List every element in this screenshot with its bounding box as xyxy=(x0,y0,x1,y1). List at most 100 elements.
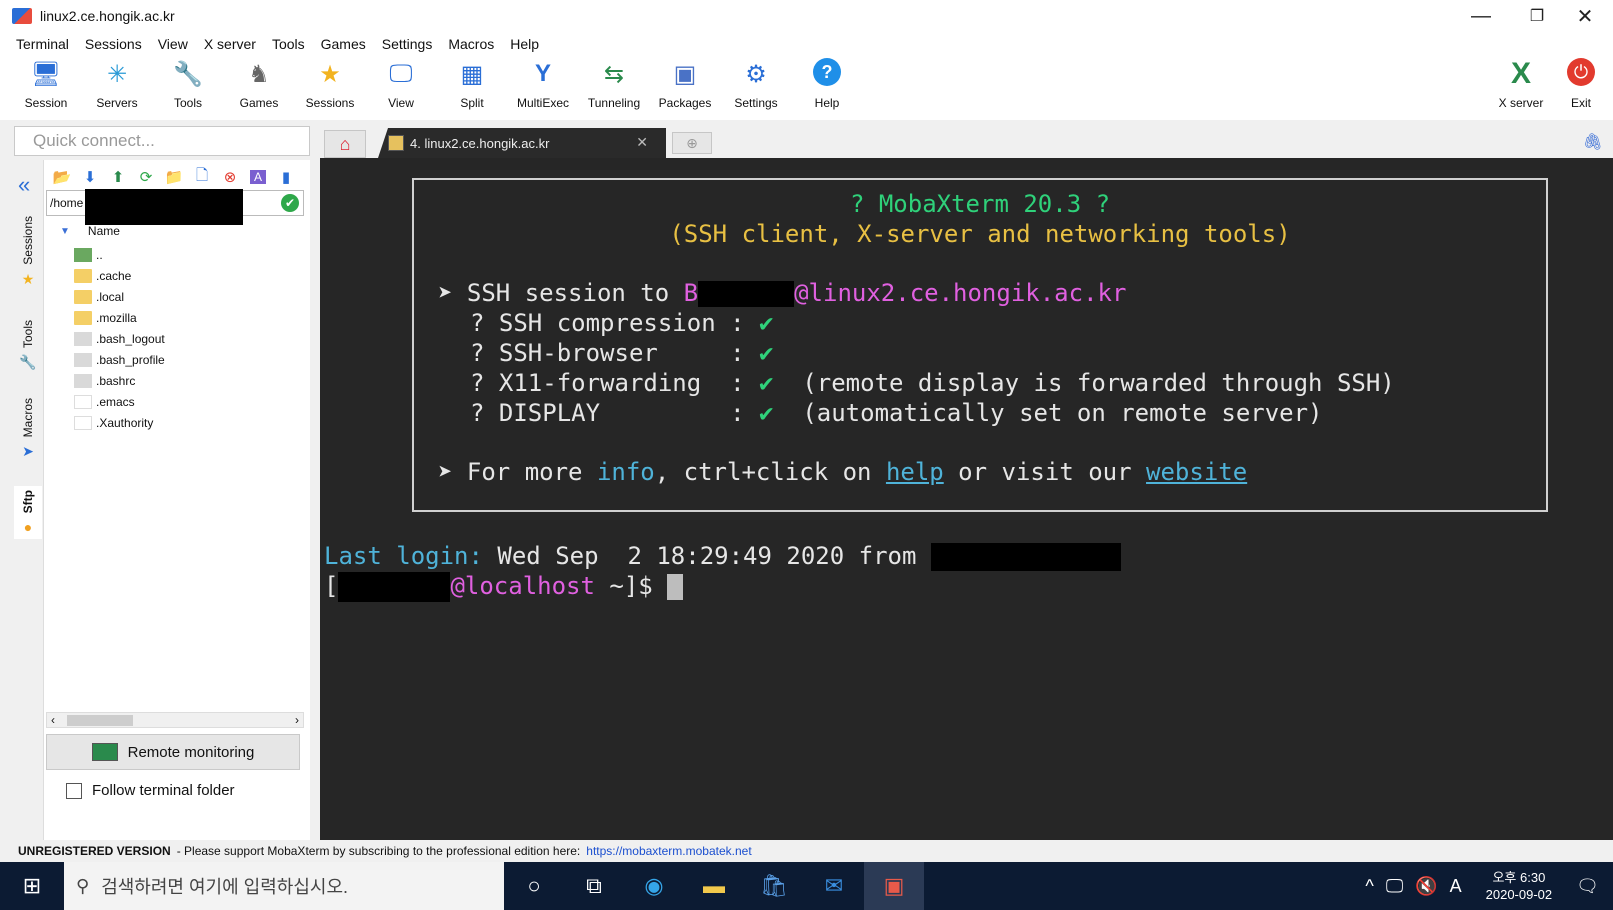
tab-terminal-session[interactable]: 4. linux2.ce.hongik.ac.kr ✕ xyxy=(378,128,666,158)
scroll-thumb[interactable] xyxy=(67,715,133,726)
cortana-icon[interactable]: ○ xyxy=(504,862,564,910)
menu-macros[interactable]: Macros xyxy=(448,36,494,52)
servers-button[interactable]: ✳ Servers xyxy=(82,58,152,118)
new-tab-button[interactable]: ⊕ xyxy=(672,132,712,154)
taskbar-search-input[interactable]: ⚲ 검색하려면 여기에 입력하십시오. xyxy=(64,862,504,910)
download-icon[interactable]: ⬇ xyxy=(76,168,104,186)
window-title: linux2.ce.hongik.ac.kr xyxy=(40,8,175,24)
quick-connect-input[interactable]: Quick connect... xyxy=(14,126,310,156)
menu-games[interactable]: Games xyxy=(321,36,366,52)
notification-icon[interactable]: 🗨 xyxy=(1576,876,1599,897)
list-item[interactable]: .emacs xyxy=(74,391,304,412)
subscription-link[interactable]: https://mobaxterm.mobatek.net xyxy=(586,844,751,858)
side-tab-macros[interactable]: Macros ➤ xyxy=(14,398,42,460)
windows-taskbar: ⊞ ⚲ 검색하려면 여기에 입력하십시오. ○ ⧉ ◉ ▬ 🛍 ✉ ▣ ^ 🖵 … xyxy=(0,862,1613,910)
upload-icon[interactable]: ⬆ xyxy=(104,168,132,186)
file-name: .. xyxy=(96,247,103,262)
minimize-button[interactable]: — xyxy=(1453,0,1509,32)
new-file-icon[interactable]: 🗋 xyxy=(188,165,216,190)
x-server-button[interactable]: X X server xyxy=(1486,57,1556,118)
column-name[interactable]: Name xyxy=(88,224,120,238)
tools-icon: 🔧 xyxy=(173,60,203,88)
split-button[interactable]: ▦ Split xyxy=(437,58,507,118)
list-item[interactable]: .. xyxy=(74,244,304,265)
edge-icon[interactable]: ◉ xyxy=(624,862,684,910)
list-item[interactable]: .Xauthority xyxy=(74,412,304,433)
menu-x-server[interactable]: X server xyxy=(204,36,256,52)
home-icon: ⌂ xyxy=(339,133,351,154)
settings-button[interactable]: ⚙ Settings xyxy=(721,58,791,118)
side-tab-tools[interactable]: Tools 🔧 xyxy=(14,320,42,371)
menu-settings[interactable]: Settings xyxy=(382,36,433,52)
list-item[interactable]: .cache xyxy=(74,265,304,286)
multiexec-button[interactable]: Y MultiExec xyxy=(508,58,578,118)
mail-icon[interactable]: ✉ xyxy=(804,862,864,910)
side-tab-macros-label: Macros xyxy=(21,398,35,438)
more-or: or visit our xyxy=(943,458,1147,486)
session-button[interactable]: 🖥 Session xyxy=(11,58,81,118)
mobaxterm-icon[interactable]: ▣ xyxy=(864,862,924,910)
path-ok-icon[interactable]: ✔ xyxy=(281,194,299,212)
file-icon xyxy=(74,331,92,346)
menu-sessions[interactable]: Sessions xyxy=(85,36,142,52)
delete-icon[interactable]: ⊗ xyxy=(216,168,244,186)
sessions-button[interactable]: ★ Sessions xyxy=(295,58,365,118)
scroll-left-icon[interactable]: ‹ xyxy=(51,713,55,727)
show-hidden-icons[interactable]: ^ xyxy=(1365,876,1373,897)
task-view-icon[interactable]: ⧉ xyxy=(564,862,624,910)
shell-prompt[interactable]: [@localhost ~]$ xyxy=(324,572,684,602)
path-field[interactable]: /home ✔ xyxy=(46,189,304,225)
menu-tools[interactable]: Tools xyxy=(272,36,305,52)
menu-terminal[interactable]: Terminal xyxy=(16,36,69,52)
tunneling-button[interactable]: ⇆ Tunneling xyxy=(579,58,649,118)
session-label: Session xyxy=(24,96,68,110)
view-button[interactable]: 🖵 View xyxy=(366,58,436,118)
check-icon: ✔ xyxy=(758,339,774,367)
paperclip-icon[interactable]: 🖇 xyxy=(1583,132,1603,152)
exit-button[interactable]: ⏻ Exit xyxy=(1556,58,1606,118)
list-item[interactable]: .bash_logout xyxy=(74,328,304,349)
refresh-icon[interactable]: ⟳ xyxy=(132,168,160,186)
list-item[interactable]: .bashrc xyxy=(74,370,304,391)
collapse-sidebar-icon[interactable]: « xyxy=(18,172,30,198)
file-explorer-icon[interactable]: ▬ xyxy=(684,862,744,910)
checkbox[interactable] xyxy=(66,782,82,799)
tools-button[interactable]: 🔧 Tools xyxy=(153,58,223,118)
rename-icon[interactable]: A xyxy=(250,170,266,184)
remote-monitoring-button[interactable]: Remote monitoring xyxy=(46,734,300,770)
menu-help[interactable]: Help xyxy=(510,36,539,52)
network-icon[interactable]: 🖵 xyxy=(1386,876,1403,897)
follow-terminal-folder-checkbox[interactable]: Follow terminal folder xyxy=(66,782,235,799)
parent-folder-icon[interactable]: 📂 xyxy=(48,168,76,186)
website-link[interactable]: website xyxy=(1146,458,1247,486)
start-button[interactable]: ⊞ xyxy=(0,862,64,910)
store-icon[interactable]: 🛍 xyxy=(744,862,804,910)
terminal-pane[interactable]: ? MobaXterm 20.3 ? (SSH client, X-server… xyxy=(320,158,1613,840)
volume-muted-icon[interactable]: 🔇 xyxy=(1415,876,1437,897)
games-label: Games xyxy=(239,96,279,110)
check-icon: ✔ xyxy=(758,399,774,427)
close-window-button[interactable]: ✕ xyxy=(1557,0,1613,32)
close-tab-icon[interactable]: ✕ xyxy=(636,134,648,151)
home-tab[interactable]: ⌂ xyxy=(324,130,366,158)
list-item[interactable]: .mozilla xyxy=(74,307,304,328)
help-button[interactable]: ? Help xyxy=(792,58,862,118)
file-name: .emacs xyxy=(96,394,135,409)
side-tab-sessions[interactable]: Sessions ★ xyxy=(14,216,42,288)
menu-view[interactable]: View xyxy=(158,36,188,52)
horizontal-scrollbar[interactable]: ‹ › xyxy=(46,712,304,728)
clock[interactable]: 오후 6:30 2020-09-02 xyxy=(1480,869,1559,903)
scroll-right-icon[interactable]: › xyxy=(295,713,299,727)
file-icon xyxy=(74,373,92,388)
packages-button[interactable]: ▣ Packages xyxy=(650,58,720,118)
help-link[interactable]: help xyxy=(886,458,944,486)
properties-icon[interactable]: ▮ xyxy=(272,168,300,186)
input-method-icon[interactable]: A xyxy=(1450,876,1462,897)
side-tab-sftp[interactable]: Sftp ● xyxy=(14,486,42,540)
gears-icon: ⚙ xyxy=(745,60,767,88)
file-name: .mozilla xyxy=(96,310,137,325)
list-item[interactable]: .bash_profile xyxy=(74,349,304,370)
list-item[interactable]: .local xyxy=(74,286,304,307)
new-folder-icon[interactable]: 📁 xyxy=(160,168,188,186)
games-button[interactable]: ♞ Games xyxy=(224,58,294,118)
